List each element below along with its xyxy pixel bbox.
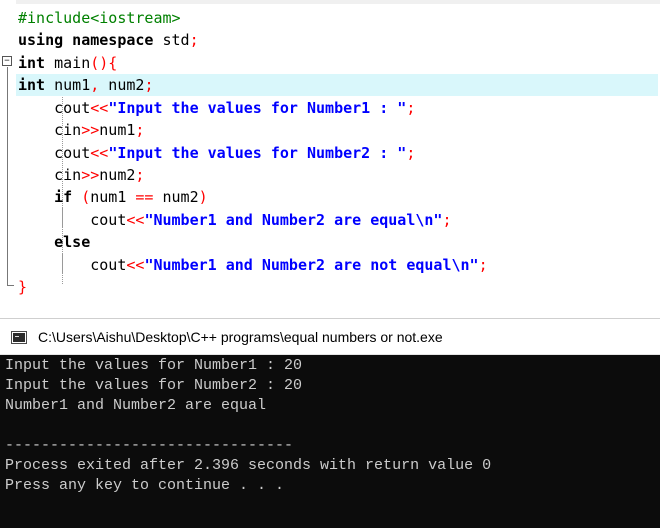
code-line[interactable]: cout<<"Input the values for Number1 : "; [18, 97, 660, 119]
console-window[interactable]: C:\Users\Aishu\Desktop\C++ programs\equa… [0, 318, 660, 528]
code-token: main [45, 54, 91, 72]
code-token: cout [18, 256, 127, 274]
code-token: ; [478, 256, 488, 274]
code-token: ; [406, 144, 416, 162]
console-title: C:\Users\Aishu\Desktop\C++ programs\equa… [38, 329, 443, 345]
editor-gutter: − [0, 0, 16, 305]
code-line[interactable]: using namespace std; [18, 29, 660, 51]
code-line[interactable]: else [18, 231, 660, 253]
code-token: ) [198, 188, 208, 206]
code-token: (){ [90, 54, 118, 72]
code-token: num1 [45, 76, 91, 94]
code-token: ( [72, 188, 91, 206]
code-token: num1 [99, 121, 136, 139]
fold-range-end [7, 285, 14, 286]
code-line[interactable]: cout<<"Number1 and Number2 are equal\n"; [18, 209, 660, 231]
code-token: << [90, 99, 109, 117]
code-token: else [18, 233, 91, 251]
console-titlebar[interactable]: C:\Users\Aishu\Desktop\C++ programs\equa… [0, 318, 660, 355]
console-output: Input the values for Number1 : 20 Input t… [5, 356, 655, 496]
console-output-line: Number1 and Number2 are equal [5, 397, 267, 414]
code-token: cin [18, 166, 82, 184]
console-output-line: Press any key to continue . . . [5, 477, 285, 494]
code-token: ; [406, 99, 416, 117]
code-token: num2 [153, 188, 199, 206]
fold-range-line [7, 67, 8, 285]
code-line[interactable]: if (num1 == num2) [18, 186, 660, 208]
code-token: using namespace [18, 31, 154, 49]
code-line[interactable]: int main(){ [18, 52, 660, 74]
code-token: } [18, 278, 28, 296]
code-token: ; [135, 166, 145, 184]
code-line[interactable]: cin>>num1; [18, 119, 660, 141]
code-token: ; [135, 121, 145, 139]
code-line[interactable]: cout<<"Number1 and Number2 are not equal… [18, 254, 660, 276]
code-token: ; [442, 211, 452, 229]
console-output-line: -------------------------------- [5, 437, 294, 454]
code-token: int [18, 54, 46, 72]
code-line[interactable]: int num1, num2; [16, 74, 658, 96]
code-token: num2 [99, 166, 136, 184]
code-token: "Input the values for Number2 : " [108, 144, 407, 162]
code-token: cout [18, 144, 91, 162]
code-line[interactable]: } [18, 276, 660, 298]
console-output-line: Process exited after 2.396 seconds with … [5, 457, 492, 474]
code-token: cin [18, 121, 82, 139]
editor-top-border [0, 0, 660, 4]
code-token: "Number1 and Number2 are not equal\n" [144, 256, 479, 274]
code-token: std [153, 31, 190, 49]
code-token: num2 [99, 76, 145, 94]
code-token: num1 [90, 188, 136, 206]
console-window-icon [11, 331, 27, 344]
code-token: << [126, 256, 145, 274]
code-token: << [90, 144, 109, 162]
code-token: >> [81, 166, 100, 184]
code-token: , [90, 76, 100, 94]
console-output-line: Input the values for Number1 : 20 [5, 357, 303, 374]
console-output-line: Input the values for Number2 : 20 [5, 377, 303, 394]
code-token: cout [18, 211, 127, 229]
code-token: ; [144, 76, 154, 94]
code-token: "Input the values for Number1 : " [108, 99, 407, 117]
code-token: "Number1 and Number2 are equal\n" [144, 211, 443, 229]
code-token: cout [18, 99, 91, 117]
fold-toggle-icon[interactable]: − [2, 56, 12, 66]
code-token: ; [189, 31, 199, 49]
code-token: >> [81, 121, 100, 139]
code-token: if [18, 188, 73, 206]
code-line[interactable]: #include<iostream> [18, 7, 660, 29]
code-line[interactable]: cin>>num2; [18, 164, 660, 186]
code-editor[interactable]: − #include<iostream> using namespace std;… [0, 0, 660, 305]
code-line[interactable]: cout<<"Input the values for Number2 : "; [18, 142, 660, 164]
code-token: int [18, 76, 46, 94]
code-token: << [126, 211, 145, 229]
code-token: #include<iostream> [18, 9, 181, 27]
console-output-line [5, 416, 655, 436]
code-token: == [135, 188, 154, 206]
